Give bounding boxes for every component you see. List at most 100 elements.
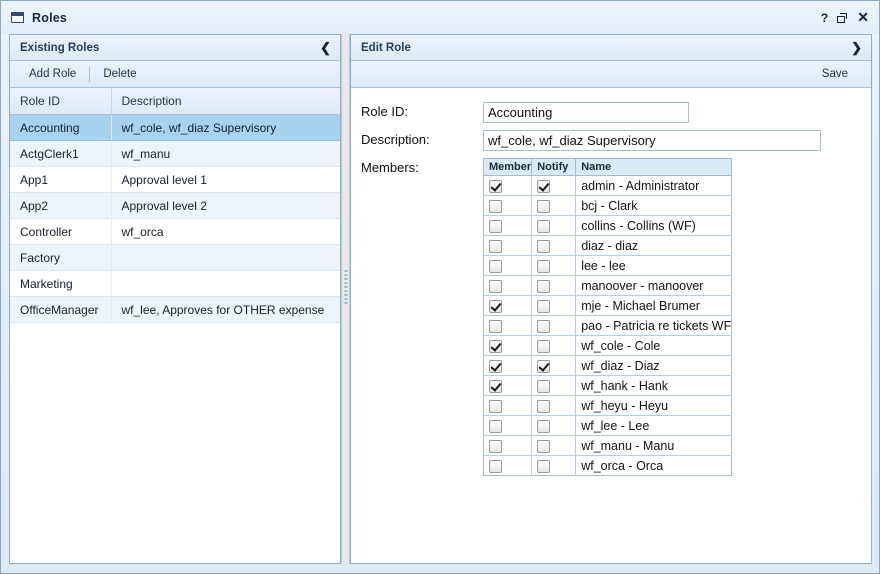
edit-role-header: Edit Role ❯ — [351, 35, 871, 61]
table-row[interactable]: Factory — [10, 245, 340, 271]
cell-member-name: manoover - manoover — [576, 276, 732, 296]
notify-cell — [532, 236, 576, 256]
member-row: wf_cole - Cole — [484, 336, 732, 356]
window-controls: ? ✕ — [821, 11, 871, 25]
notify-checkbox[interactable] — [537, 460, 550, 473]
notify-cell — [532, 376, 576, 396]
cell-description: wf_orca — [111, 219, 340, 245]
column-header-role-id[interactable]: Role ID — [10, 88, 111, 115]
notify-checkbox[interactable] — [537, 360, 550, 373]
table-row[interactable]: Accountingwf_cole, wf_diaz Supervisory — [10, 115, 340, 141]
window-body: Existing Roles ❮ Add Role Delete — [1, 34, 879, 573]
member-checkbox[interactable] — [489, 320, 502, 333]
member-checkbox[interactable] — [489, 280, 502, 293]
member-cell — [484, 256, 532, 276]
cell-role-id: ActgClerk1 — [10, 141, 111, 167]
chevron-right-icon[interactable]: ❯ — [851, 41, 862, 54]
chevron-left-icon[interactable]: ❮ — [320, 41, 331, 54]
member-checkbox[interactable] — [489, 360, 502, 373]
member-checkbox[interactable] — [489, 440, 502, 453]
notify-checkbox[interactable] — [537, 240, 550, 253]
member-checkbox[interactable] — [489, 260, 502, 273]
cell-member-name: lee - lee — [576, 256, 732, 276]
member-row: manoover - manoover — [484, 276, 732, 296]
window-title: Roles — [32, 11, 67, 25]
panel-splitter[interactable] — [341, 34, 350, 564]
column-header-description[interactable]: Description — [111, 88, 340, 115]
members-table-body: admin - Administratorbcj - Clarkcollins … — [484, 176, 732, 476]
role-id-input[interactable] — [483, 102, 689, 123]
notify-checkbox[interactable] — [537, 400, 550, 413]
table-row[interactable]: Marketing — [10, 271, 340, 297]
member-checkbox[interactable] — [489, 180, 502, 193]
notify-cell — [532, 316, 576, 336]
notify-cell — [532, 196, 576, 216]
member-row: wf_orca - Orca — [484, 456, 732, 476]
notify-checkbox[interactable] — [537, 300, 550, 313]
cell-role-id: App1 — [10, 167, 111, 193]
notify-cell — [532, 176, 576, 196]
add-role-button[interactable]: Add Role — [20, 66, 85, 82]
member-checkbox[interactable] — [489, 220, 502, 233]
notify-cell — [532, 296, 576, 316]
notify-checkbox[interactable] — [537, 440, 550, 453]
help-icon[interactable]: ? — [821, 12, 828, 24]
cell-member-name: wf_manu - Manu — [576, 436, 732, 456]
member-checkbox[interactable] — [489, 420, 502, 433]
notify-checkbox[interactable] — [537, 420, 550, 433]
table-row[interactable]: App1Approval level 1 — [10, 167, 340, 193]
table-row[interactable]: Controllerwf_orca — [10, 219, 340, 245]
cell-description — [111, 245, 340, 271]
roles-grid-header-row: Role ID Description — [10, 88, 340, 115]
notify-cell — [532, 396, 576, 416]
role-id-row: Role ID: — [361, 102, 871, 123]
notify-checkbox[interactable] — [537, 200, 550, 213]
member-checkbox[interactable] — [489, 460, 502, 473]
description-input[interactable] — [483, 130, 821, 151]
delete-role-button[interactable]: Delete — [94, 66, 145, 82]
member-checkbox[interactable] — [489, 200, 502, 213]
cell-description: wf_cole, wf_diaz Supervisory — [111, 115, 340, 141]
member-checkbox[interactable] — [489, 400, 502, 413]
notify-checkbox[interactable] — [537, 380, 550, 393]
notify-checkbox[interactable] — [537, 280, 550, 293]
member-checkbox[interactable] — [489, 340, 502, 353]
edit-role-form: Role ID: Description: Members: — [351, 88, 871, 563]
members-label: Members: — [361, 158, 483, 175]
close-icon[interactable]: ✕ — [857, 10, 869, 24]
cell-member-name: pao - Patricia re tickets WF — [576, 316, 732, 336]
save-button[interactable]: Save — [813, 66, 857, 82]
cell-description: Approval level 1 — [111, 167, 340, 193]
notify-cell — [532, 256, 576, 276]
member-row: diaz - diaz — [484, 236, 732, 256]
member-row: wf_manu - Manu — [484, 436, 732, 456]
cell-member-name: wf_hank - Hank — [576, 376, 732, 396]
member-row: collins - Collins (WF) — [484, 216, 732, 236]
table-row[interactable]: OfficeManagerwf_lee, Approves for OTHER … — [10, 297, 340, 323]
cell-member-name: wf_orca - Orca — [576, 456, 732, 476]
notify-checkbox[interactable] — [537, 340, 550, 353]
member-cell — [484, 276, 532, 296]
member-checkbox[interactable] — [489, 240, 502, 253]
roles-window: Roles ? ✕ Existing Roles ❮ Add Role Dele… — [0, 0, 880, 574]
notify-checkbox[interactable] — [537, 220, 550, 233]
member-checkbox[interactable] — [489, 300, 502, 313]
member-row: bcj - Clark — [484, 196, 732, 216]
roles-grid-container[interactable]: Role ID Description Accountingwf_cole, w… — [10, 88, 340, 563]
cell-description — [111, 271, 340, 297]
window-icon — [11, 12, 24, 23]
cell-role-id: Controller — [10, 219, 111, 245]
restore-icon[interactable] — [837, 13, 848, 23]
toolbar-divider — [89, 67, 90, 82]
table-row[interactable]: ActgClerk1wf_manu — [10, 141, 340, 167]
column-header-name: Name — [576, 159, 732, 176]
description-row: Description: — [361, 130, 871, 151]
member-row: pao - Patricia re tickets WF — [484, 316, 732, 336]
member-checkbox[interactable] — [489, 380, 502, 393]
table-row[interactable]: App2Approval level 2 — [10, 193, 340, 219]
member-cell — [484, 376, 532, 396]
notify-cell — [532, 356, 576, 376]
notify-checkbox[interactable] — [537, 180, 550, 193]
notify-checkbox[interactable] — [537, 320, 550, 333]
notify-checkbox[interactable] — [537, 260, 550, 273]
